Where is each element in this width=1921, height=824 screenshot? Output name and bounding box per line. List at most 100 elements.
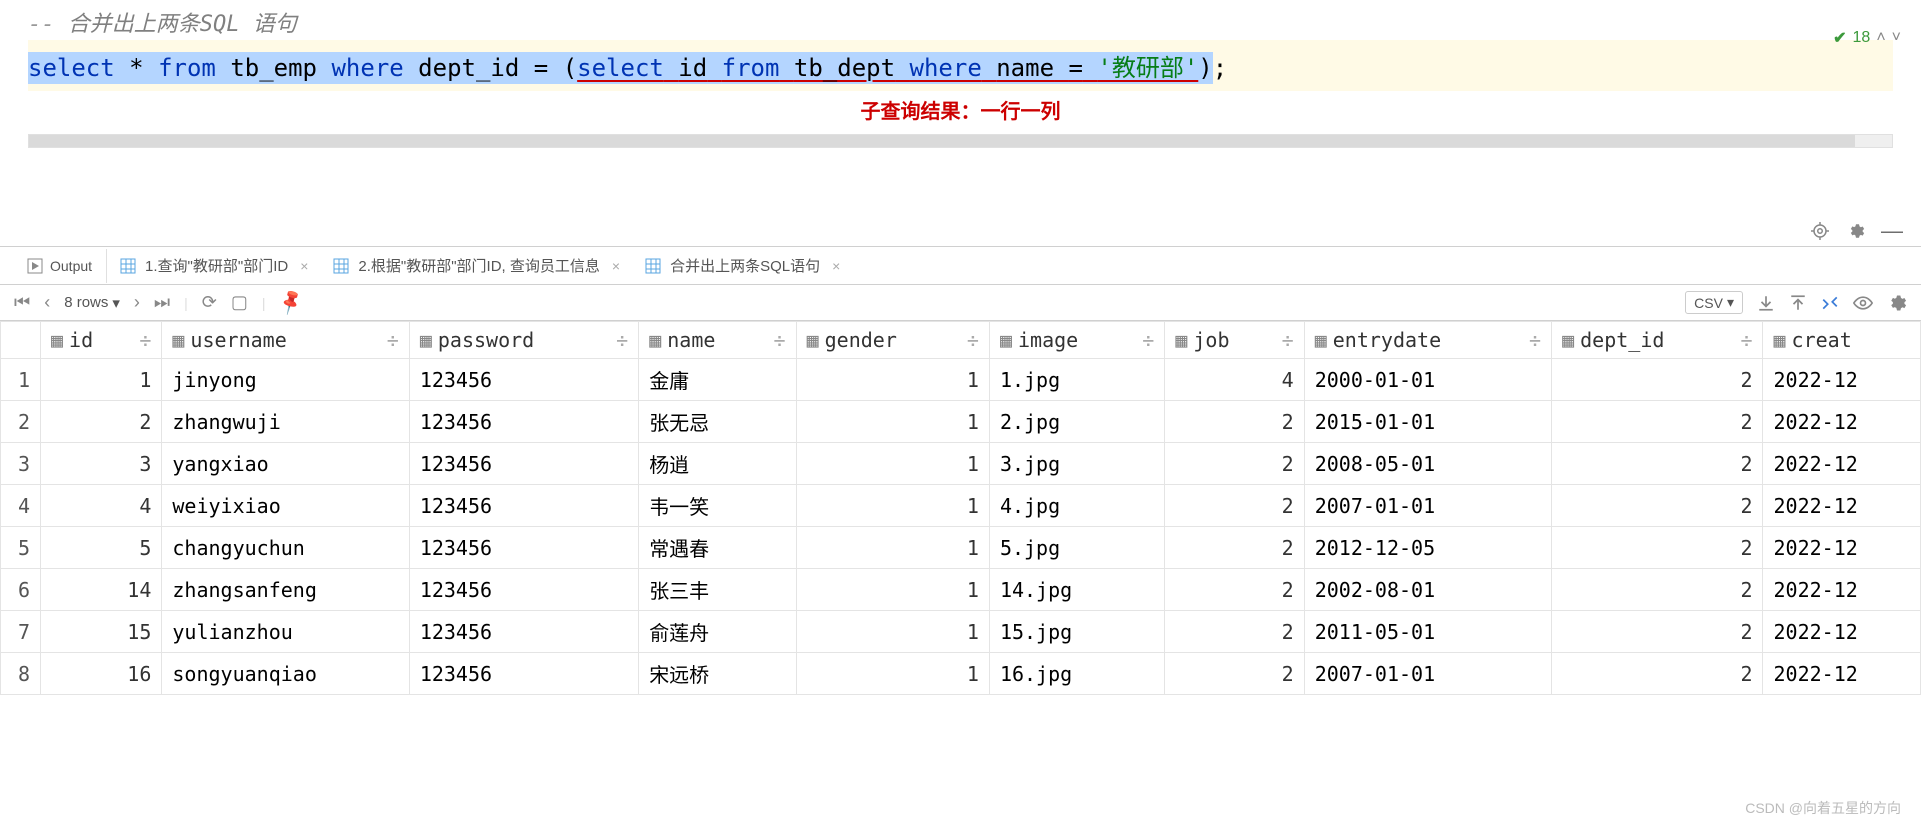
cell-image[interactable]: 14.jpg <box>989 569 1164 611</box>
col-header-image[interactable]: ▦image÷ <box>989 322 1164 359</box>
cell-name[interactable]: 常遇春 <box>639 527 796 569</box>
cell-dept-id[interactable]: 2 <box>1552 611 1763 653</box>
cell-id[interactable]: 14 <box>41 569 162 611</box>
cell-dept-id[interactable]: 2 <box>1552 527 1763 569</box>
result-table-wrapper[interactable]: ▦id÷ ▦username÷ ▦password÷ ▦name÷ ▦gende… <box>0 321 1921 695</box>
cell-name[interactable]: 宋远桥 <box>639 653 796 695</box>
cell-gender[interactable]: 1 <box>796 611 989 653</box>
cell-creat[interactable]: 2022-12 <box>1763 653 1921 695</box>
cell-creat[interactable]: 2022-12 <box>1763 359 1921 401</box>
cell-username[interactable]: changyuchun <box>162 527 409 569</box>
editor-h-scrollbar[interactable] <box>28 134 1893 148</box>
cell-gender[interactable]: 1 <box>796 569 989 611</box>
first-page-icon[interactable]: ⏮ <box>14 292 30 313</box>
col-header-gender[interactable]: ▦gender÷ <box>796 322 989 359</box>
table-row[interactable]: 44weiyixiao123456韦一笑14.jpg22007-01-01220… <box>1 485 1921 527</box>
cell-creat[interactable]: 2022-12 <box>1763 569 1921 611</box>
gear-icon[interactable] <box>1887 293 1907 313</box>
sort-icon[interactable]: ÷ <box>1142 328 1154 352</box>
cell-gender[interactable]: 1 <box>796 485 989 527</box>
cell-password[interactable]: 123456 <box>409 653 638 695</box>
cell-name[interactable]: 张无忌 <box>639 401 796 443</box>
cell-entrydate[interactable]: 2007-01-01 <box>1304 485 1551 527</box>
cell-entrydate[interactable]: 2011-05-01 <box>1304 611 1551 653</box>
cell-gender[interactable]: 1 <box>796 401 989 443</box>
cell-password[interactable]: 123456 <box>409 443 638 485</box>
cell-dept-id[interactable]: 2 <box>1552 653 1763 695</box>
tab-query-2[interactable]: 2.根据"教研部"部门ID, 查询员工信息 × <box>320 247 632 284</box>
sql-statement-line[interactable]: select * from tb_emp where dept_id = (se… <box>28 40 1893 91</box>
sort-icon[interactable]: ÷ <box>1740 328 1752 352</box>
upload-icon[interactable] <box>1789 294 1807 312</box>
cell-id[interactable]: 4 <box>41 485 162 527</box>
table-row[interactable]: 22zhangwuji123456张无忌12.jpg22015-01-01220… <box>1 401 1921 443</box>
sort-icon[interactable]: ÷ <box>774 328 786 352</box>
download-icon[interactable] <box>1757 294 1775 312</box>
gear-icon[interactable] <box>1847 222 1865 240</box>
cell-image[interactable]: 16.jpg <box>989 653 1164 695</box>
cell-dept-id[interactable]: 2 <box>1552 569 1763 611</box>
cell-job[interactable]: 4 <box>1165 359 1304 401</box>
status-next-icon[interactable]: ˅ <box>1892 29 1901 47</box>
cell-dept-id[interactable]: 2 <box>1552 401 1763 443</box>
cell-name[interactable]: 张三丰 <box>639 569 796 611</box>
cell-image[interactable]: 15.jpg <box>989 611 1164 653</box>
col-header-dept-id[interactable]: ▦dept_id÷ <box>1552 322 1763 359</box>
col-header-username[interactable]: ▦username÷ <box>162 322 409 359</box>
cell-creat[interactable]: 2022-12 <box>1763 485 1921 527</box>
stop-icon[interactable]: ▢ <box>231 292 248 313</box>
cell-creat[interactable]: 2022-12 <box>1763 401 1921 443</box>
table-row[interactable]: 816songyuanqiao123456宋远桥116.jpg22007-01-… <box>1 653 1921 695</box>
cell-id[interactable]: 5 <box>41 527 162 569</box>
sort-icon[interactable]: ÷ <box>387 328 399 352</box>
col-header-password[interactable]: ▦password÷ <box>409 322 638 359</box>
cell-dept-id[interactable]: 2 <box>1552 485 1763 527</box>
col-header-job[interactable]: ▦job÷ <box>1165 322 1304 359</box>
sql-editor[interactable]: -- 合并出上两条SQL 语句 select * from tb_emp whe… <box>0 0 1921 134</box>
cell-image[interactable]: 5.jpg <box>989 527 1164 569</box>
cell-name[interactable]: 俞莲舟 <box>639 611 796 653</box>
cell-creat[interactable]: 2022-12 <box>1763 527 1921 569</box>
col-header-creat[interactable]: ▦creat <box>1763 322 1921 359</box>
cell-creat[interactable]: 2022-12 <box>1763 611 1921 653</box>
cell-password[interactable]: 123456 <box>409 611 638 653</box>
cell-job[interactable]: 2 <box>1165 401 1304 443</box>
cell-password[interactable]: 123456 <box>409 401 638 443</box>
cell-name[interactable]: 韦一笑 <box>639 485 796 527</box>
tab-query-1[interactable]: 1.查询"教研部"部门ID × <box>107 247 320 284</box>
eye-icon[interactable] <box>1853 293 1873 313</box>
col-header-entrydate[interactable]: ▦entrydate÷ <box>1304 322 1551 359</box>
cell-gender[interactable]: 1 <box>796 359 989 401</box>
minimize-icon[interactable]: — <box>1883 222 1901 240</box>
cell-image[interactable]: 2.jpg <box>989 401 1164 443</box>
sort-icon[interactable]: ÷ <box>139 328 151 352</box>
tab-query-3[interactable]: 合并出上两条SQL语句 × <box>632 247 852 284</box>
close-icon[interactable]: × <box>300 258 308 274</box>
cell-entrydate[interactable]: 2008-05-01 <box>1304 443 1551 485</box>
cell-job[interactable]: 2 <box>1165 653 1304 695</box>
cell-job[interactable]: 2 <box>1165 527 1304 569</box>
close-icon[interactable]: × <box>612 258 620 274</box>
output-tab[interactable]: Output <box>12 249 107 283</box>
cell-username[interactable]: weiyixiao <box>162 485 409 527</box>
table-row[interactable]: 55changyuchun123456常遇春15.jpg22012-12-052… <box>1 527 1921 569</box>
table-row[interactable]: 614zhangsanfeng123456张三丰114.jpg22002-08-… <box>1 569 1921 611</box>
cell-job[interactable]: 2 <box>1165 443 1304 485</box>
status-prev-icon[interactable]: ˄ <box>1876 29 1885 47</box>
cell-username[interactable]: songyuanqiao <box>162 653 409 695</box>
prev-page-icon[interactable]: ‹ <box>44 292 50 313</box>
rows-dropdown[interactable]: 8 rows ▾ <box>64 294 120 312</box>
sort-icon[interactable]: ÷ <box>1282 328 1294 352</box>
cell-username[interactable]: zhangsanfeng <box>162 569 409 611</box>
sort-icon[interactable]: ÷ <box>967 328 979 352</box>
cell-entrydate[interactable]: 2012-12-05 <box>1304 527 1551 569</box>
cell-username[interactable]: yulianzhou <box>162 611 409 653</box>
cell-dept-id[interactable]: 2 <box>1552 359 1763 401</box>
next-page-icon[interactable]: › <box>134 292 140 313</box>
cell-gender[interactable]: 1 <box>796 527 989 569</box>
cell-id[interactable]: 15 <box>41 611 162 653</box>
cell-dept-id[interactable]: 2 <box>1552 443 1763 485</box>
cell-creat[interactable]: 2022-12 <box>1763 443 1921 485</box>
cell-image[interactable]: 4.jpg <box>989 485 1164 527</box>
cell-entrydate[interactable]: 2007-01-01 <box>1304 653 1551 695</box>
